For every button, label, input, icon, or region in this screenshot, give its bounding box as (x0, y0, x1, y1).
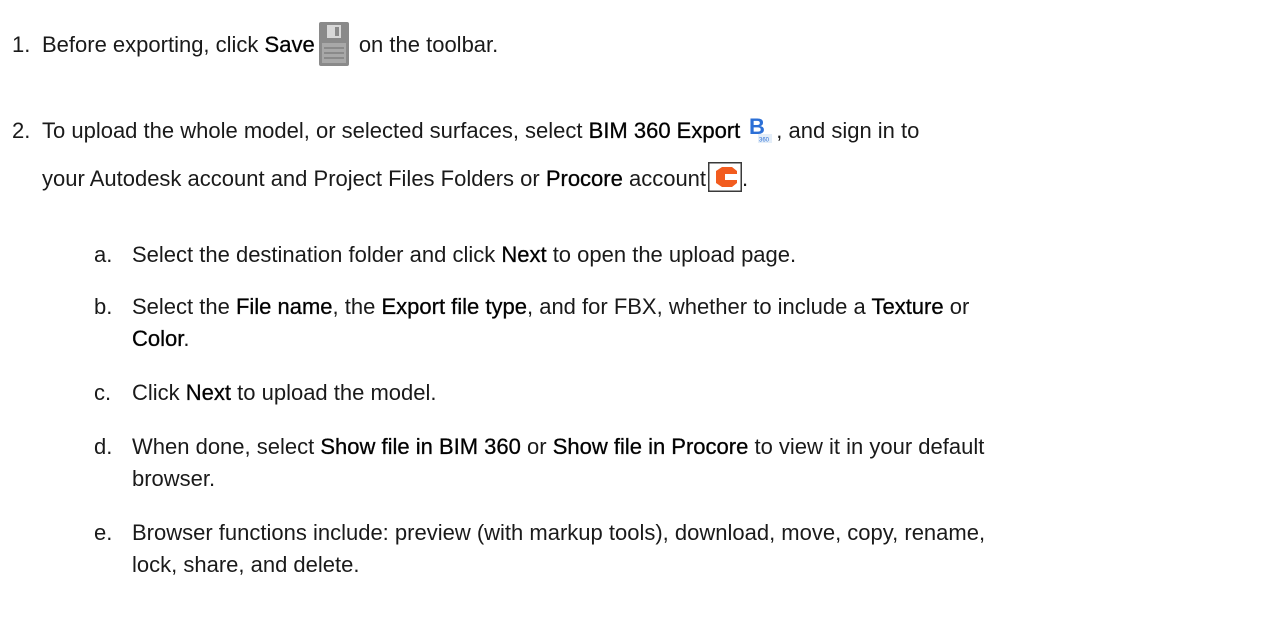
bim360-export-label: BIM 360 Export (588, 118, 741, 143)
substep-a: a. Select the destination folder and clic… (94, 238, 1274, 272)
substep-text: to upload the model. (231, 380, 437, 405)
file-name-label: File name (235, 294, 333, 319)
substep-text: Click (132, 380, 186, 405)
substep-text: browser. (132, 466, 216, 491)
substep-letter: b. (94, 294, 113, 319)
procore-icon (708, 162, 743, 192)
svg-text:360: 360 (759, 138, 770, 144)
substep-text: , and for FBX, whether to include a (526, 294, 872, 319)
substep-letter: e. (94, 520, 113, 545)
substep-letter: c. (94, 380, 112, 405)
substep-d-line-2: browser. (132, 462, 1272, 496)
substep-e-line-2: lock, share, and delete. (132, 548, 1272, 582)
step-text: Before exporting, click (42, 32, 265, 57)
substep-text: Select the destination folder and click (132, 242, 502, 267)
save-label: Save (264, 32, 315, 57)
step-text-end: . (742, 166, 749, 191)
substep-text: to view it in your default (748, 434, 985, 459)
texture-label: Texture (871, 294, 944, 319)
substep-text: , the (332, 294, 382, 319)
export-file-type-label: Export file type (381, 294, 527, 319)
next-label: Next (501, 242, 547, 267)
procore-label: Procore (545, 166, 623, 191)
substep-d: d. When done, select Show file in BIM 360… (94, 430, 1274, 464)
step-2: 2. To upload the whole model, or selected… (12, 114, 919, 148)
step-text-after: on the toolbar. (352, 32, 499, 57)
step-number: 1. (12, 32, 31, 57)
substep-e: e. Browser functions include: preview (wi… (94, 516, 1274, 550)
substep-text: Select the (132, 294, 236, 319)
substep-text: to open the upload page. (546, 242, 797, 267)
substep-letter: a. (94, 242, 113, 267)
step-text: your Autodesk account and Project Files … (42, 166, 546, 191)
step-text-mid: , and sign in to (776, 118, 920, 143)
step-1: 1. Before exporting, click Save on the to… (12, 22, 498, 66)
step-number: 2. (12, 118, 31, 143)
bim360-export-icon: B 360 (746, 114, 775, 144)
step-2-line-2: your Autodesk account and Project Files … (42, 162, 748, 196)
substep-text: or (943, 294, 970, 319)
color-label: Color (132, 326, 184, 351)
substep-c: c. Click Next to upload the model. (94, 376, 1274, 410)
show-file-bim360-label: Show file in BIM 360 (320, 434, 521, 459)
substep-text: . (183, 326, 190, 351)
instructions-page: 1. Before exporting, click Save on the to… (0, 0, 1284, 630)
substep-b-line-2: Color. (132, 322, 1272, 356)
step-text: account (622, 166, 707, 191)
substep-b: b. Select the File name, the Export file … (94, 290, 1274, 324)
substep-text: Browser functions include: preview (with… (132, 520, 986, 545)
substep-text: or (520, 434, 553, 459)
show-file-procore-label: Show file in Procore (552, 434, 749, 459)
next-label: Next (185, 380, 232, 405)
substep-text: When done, select (132, 434, 321, 459)
substep-letter: d. (94, 434, 113, 459)
save-disk-icon (318, 22, 349, 66)
step-text: To upload the whole model, or selected s… (42, 118, 589, 143)
substep-text: lock, share, and delete. (132, 552, 360, 577)
